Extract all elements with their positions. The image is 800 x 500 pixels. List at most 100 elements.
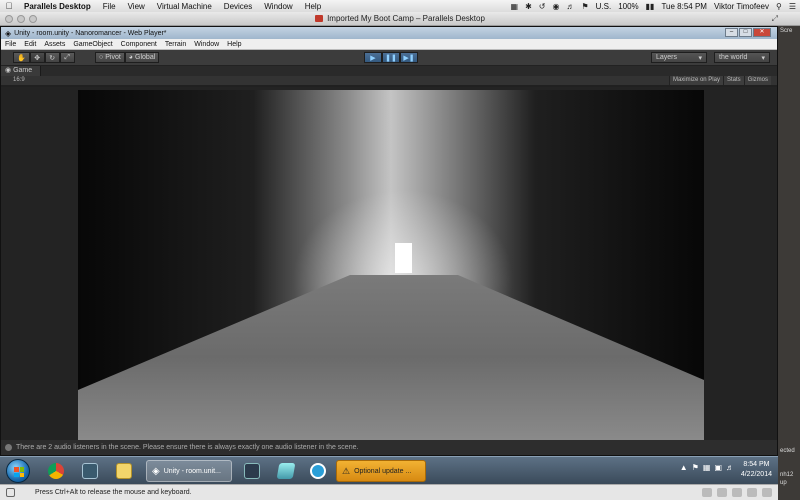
spotlight-icon[interactable]: ⚲ — [776, 2, 782, 11]
unity-toolbar: ✋ ✥ ↻ ⤢ ○ Pivot ◕ Global ▶ ❚❚ ▶❚ Layers ▾ … — [1, 50, 777, 66]
desktop-file-label[interactable]: Scre — [780, 28, 792, 34]
game-viewport[interactable] — [78, 90, 704, 440]
mac-menu-devices[interactable]: Devices — [218, 2, 258, 11]
rotate-tool-icon[interactable]: ↻ — [44, 52, 60, 63]
close-icon[interactable]: ✕ — [753, 28, 771, 37]
maximize-icon[interactable]: □ — [739, 28, 752, 37]
volume-icon[interactable]: ♬ — [566, 2, 574, 11]
app-taskbar-button[interactable] — [74, 460, 106, 482]
warning-icon — [5, 444, 12, 451]
unity-menu-edit[interactable]: Edit — [20, 41, 40, 48]
volume-icon[interactable]: ♬ — [726, 463, 734, 472]
monodevelop-icon — [244, 463, 260, 479]
pivot-toggle[interactable]: ○ Pivot — [95, 52, 125, 63]
scale-tool-icon[interactable]: ⤢ — [59, 52, 75, 63]
explorer-taskbar-button[interactable] — [108, 460, 140, 482]
unity-menu-file[interactable]: File — [1, 41, 20, 48]
gizmos-toggle[interactable]: Gizmos — [743, 76, 771, 85]
stats-toggle[interactable]: Stats — [722, 76, 744, 85]
tab-game-label: Game — [13, 67, 33, 74]
mac-menu-file[interactable]: File — [97, 2, 122, 11]
layers-dropdown[interactable]: Layers ▾ — [651, 52, 707, 63]
flag-icon[interactable]: ⚑ — [581, 2, 588, 11]
menubar-clock[interactable]: Tue 8:54 PM — [661, 2, 707, 11]
battery-percent[interactable]: 100% — [618, 2, 638, 11]
app-taskbar-button[interactable] — [236, 460, 268, 482]
unity-menu-gameobject[interactable]: GameObject — [69, 41, 116, 48]
global-icon: ◕ — [128, 54, 134, 61]
unity-menu-terrain[interactable]: Terrain — [161, 41, 190, 48]
layout-dropdown[interactable]: the world ▾ — [714, 52, 770, 63]
minimize-icon[interactable]: – — [725, 28, 738, 37]
zoom-window-button[interactable] — [29, 15, 37, 23]
unity-menu-help[interactable]: Help — [223, 41, 245, 48]
battery-icon[interactable]: ▮▮ — [646, 2, 655, 11]
maximize-on-play-toggle[interactable]: Maximize on Play — [668, 76, 723, 85]
unity-titlebar: ◈ Unity - room.unity - Nanoromancer - We… — [1, 27, 777, 39]
monitor-icon[interactable]: ▣ — [714, 463, 722, 472]
quicktime-icon — [310, 463, 326, 479]
pause-button[interactable]: ❚❚ — [382, 52, 400, 63]
cd-icon[interactable] — [702, 488, 712, 497]
aspect-dropdown[interactable]: 16:9 — [13, 77, 25, 83]
playback-controls: ▶ ❚❚ ▶❚ — [364, 52, 418, 63]
minimize-window-button[interactable] — [17, 15, 25, 23]
optional-update-taskbar-button[interactable]: ⚠ Optional update ... — [336, 460, 426, 482]
bluetooth-icon[interactable]: ✱ — [525, 2, 532, 11]
window-traffic-lights — [5, 15, 37, 23]
taskbar-clock[interactable]: 8:54 PM 4/22/2014 — [741, 460, 772, 480]
step-button[interactable]: ▶❚ — [400, 52, 418, 63]
play-button[interactable]: ▶ — [364, 52, 382, 63]
game-view-toggles: Maximize on Play Stats Gizmos — [668, 76, 771, 85]
shared-folder-icon[interactable] — [747, 488, 757, 497]
global-toggle[interactable]: ◕ Global — [124, 52, 160, 63]
console-status-bar[interactable]: There are 2 audio listeners in the scene… — [1, 440, 777, 455]
pivot-toggles: ○ Pivot ◕ Global — [95, 52, 160, 63]
desktop-file-label[interactable]: up — [780, 480, 787, 486]
chevron-down-icon: ▾ — [761, 54, 765, 62]
pivot-icon: ○ — [99, 54, 104, 61]
apple-icon[interactable]:  — [0, 1, 18, 11]
warning-icon: ⚠ — [342, 465, 351, 476]
sound-device-icon[interactable] — [762, 488, 772, 497]
wifi-icon[interactable]: ◉ — [552, 2, 559, 11]
system-tray: ▲ ⚑ ▦ ▣ ♬ — [680, 463, 734, 472]
unity-menu-component[interactable]: Component — [117, 41, 161, 48]
mac-desktop-strip: Scre ected nh12 up — [778, 26, 800, 500]
time-machine-icon[interactable]: ↺ — [539, 2, 546, 11]
move-tool-icon[interactable]: ✥ — [29, 52, 45, 63]
network-icon[interactable]: ▦ — [703, 463, 711, 472]
hand-tool-icon[interactable]: ✋ — [13, 52, 30, 63]
layers-label: Layers — [656, 54, 678, 61]
vm-config-icon[interactable] — [6, 488, 15, 497]
desktop-file-label[interactable]: nh12 — [780, 472, 793, 478]
chrome-taskbar-button[interactable] — [40, 460, 72, 482]
app-menu-parallels[interactable]: Parallels Desktop — [18, 2, 97, 11]
parallels-status-bar: Press Ctrl+Alt to release the mouse and … — [0, 484, 778, 500]
parallels-tray-icon[interactable]: ▦ — [511, 2, 519, 11]
menubar-user[interactable]: Viktor Timofeev — [714, 2, 769, 11]
desktop-file-label[interactable]: ected — [780, 448, 795, 454]
mac-menu-view[interactable]: View — [122, 2, 151, 11]
flag-icon[interactable]: ⚑ — [692, 463, 699, 472]
parallels-window-titlebar: Imported My Boot Camp – Parallels Deskto… — [0, 12, 800, 26]
global-label: Global — [135, 54, 156, 61]
unity-taskbar-button[interactable]: ◈ Unity - room.unit... — [146, 460, 232, 482]
fullscreen-arrows-icon[interactable]: ⤢ — [772, 14, 778, 24]
usb-icon[interactable] — [717, 488, 727, 497]
start-button[interactable] — [6, 459, 30, 483]
app-taskbar-button[interactable] — [270, 460, 302, 482]
unity-menu-assets[interactable]: Assets — [40, 41, 69, 48]
network-device-icon[interactable] — [732, 488, 742, 497]
tray-expand-icon[interactable]: ▲ — [680, 463, 688, 472]
mac-status-area: ▦ ✱ ↺ ◉ ♬ ⚑ U.S. 100% ▮▮ Tue 8:54 PM Vik… — [511, 0, 797, 12]
input-source-label[interactable]: U.S. — [596, 2, 612, 11]
mac-menu-window[interactable]: Window — [258, 2, 298, 11]
app-taskbar-button[interactable] — [302, 460, 334, 482]
close-window-button[interactable] — [5, 15, 13, 23]
tab-game[interactable]: ◉ Game — [1, 66, 42, 76]
notification-center-icon[interactable]: ☰ — [789, 2, 796, 11]
mac-menu-virtual-machine[interactable]: Virtual Machine — [151, 2, 218, 11]
unity-menu-window[interactable]: Window — [190, 41, 223, 48]
mac-menu-help[interactable]: Help — [299, 2, 327, 11]
